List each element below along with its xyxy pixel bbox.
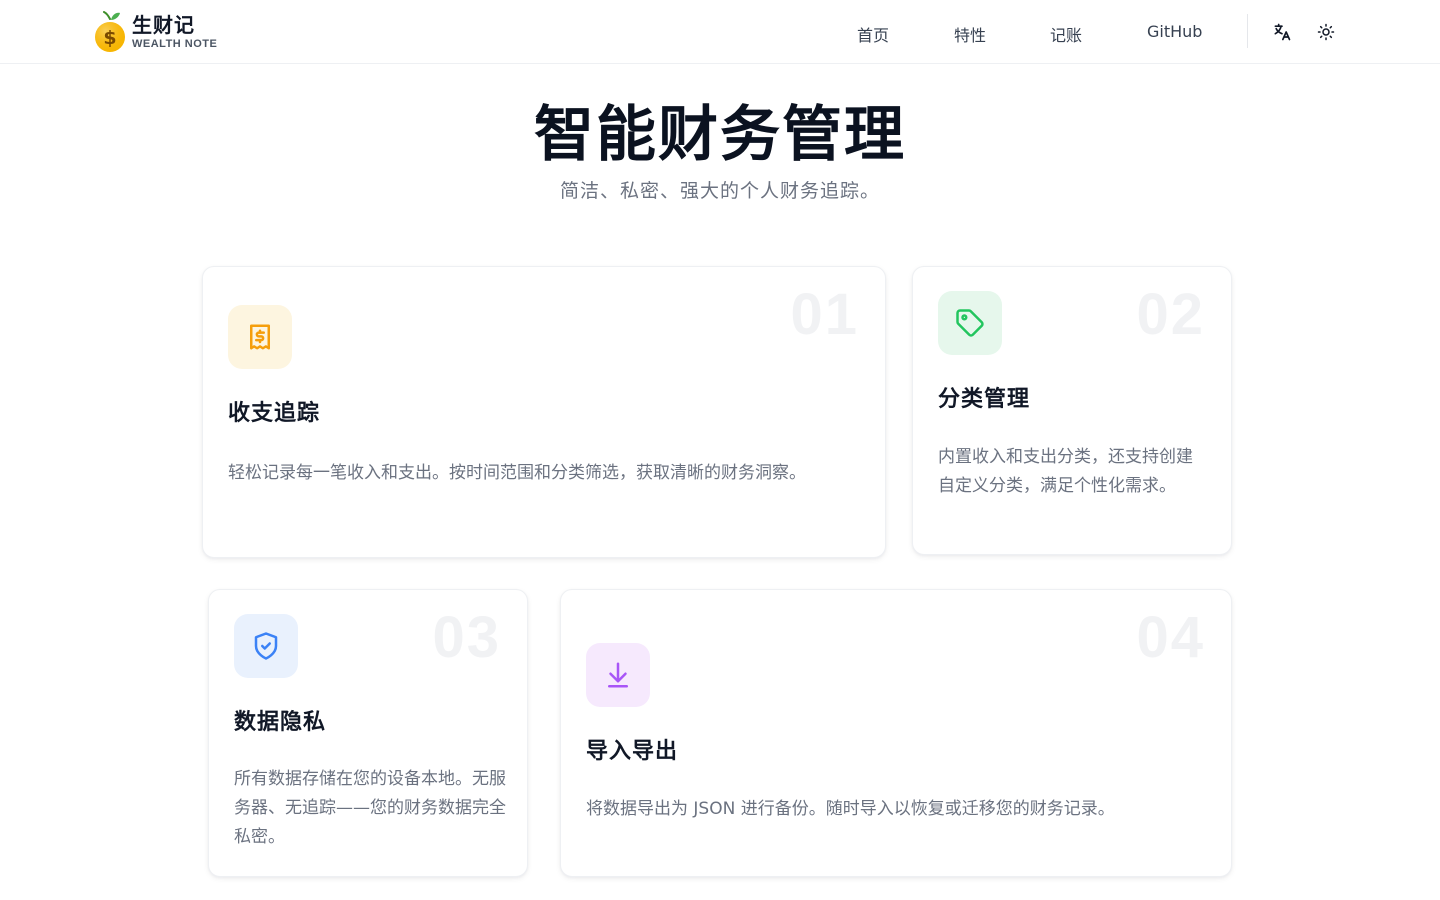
brand-subtitle: WEALTH NOTE — [132, 37, 218, 50]
feature-title: 数据隐私 — [234, 710, 327, 735]
brand-name: 生财记 — [132, 12, 195, 37]
top-navigation-bar: $ 生财记 WEALTH NOTE 首页 特性 记账 GitHub — [0, 0, 1440, 64]
feature-icon-box — [938, 291, 1002, 355]
nav-link-home[interactable]: 首页 — [857, 22, 889, 46]
shield-check-icon — [254, 632, 278, 660]
nav-divider — [1247, 14, 1248, 48]
feature-number: 01 — [790, 282, 859, 347]
feature-icon-box — [234, 614, 298, 678]
nav-link-features[interactable]: 特性 — [954, 22, 986, 46]
theme-toggle-button[interactable] — [1314, 20, 1338, 44]
feature-card-privacy: 03 数据隐私 所有数据存储在您的设备本地。无服务器、无追踪——您的财务数据完全… — [208, 589, 528, 877]
feature-icon-box — [586, 643, 650, 707]
download-icon — [608, 662, 628, 688]
tag-icon — [956, 309, 984, 337]
receipt-dollar-icon — [250, 324, 270, 350]
hero-title: 智能财务管理 — [534, 100, 906, 170]
feature-description: 所有数据存储在您的设备本地。无服务器、无追踪——您的财务数据完全私密。 — [234, 769, 506, 847]
sun-icon — [1317, 23, 1335, 41]
nav-link-github[interactable]: GitHub — [1147, 22, 1202, 41]
nav-link-bookkeeping[interactable]: 记账 — [1050, 22, 1082, 46]
feature-card-tracking: 01 收支追踪 轻松记录每一笔收入和支出。按时间范围和分类筛选，获取清晰的财务洞… — [202, 266, 886, 558]
feature-title: 收支追踪 — [228, 401, 321, 426]
feature-number: 04 — [1136, 605, 1205, 670]
feature-description: 轻松记录每一笔收入和支出。按时间范围和分类筛选，获取清晰的财务洞察。 — [228, 463, 806, 483]
feature-number: 02 — [1136, 282, 1205, 347]
feature-number: 03 — [432, 605, 501, 670]
feature-icon-box — [228, 305, 292, 369]
feature-card-categories: 02 分类管理 内置收入和支出分类，还支持创建自定义分类，满足个性化需求。 — [912, 266, 1232, 555]
feature-title: 分类管理 — [938, 387, 1031, 412]
hero-subtitle: 简洁、私密、强大的个人财务追踪。 — [559, 180, 880, 202]
translate-icon — [1274, 23, 1291, 41]
language-toggle-button[interactable] — [1270, 20, 1294, 44]
feature-description: 将数据导出为 JSON 进行备份。随时导入以恢复或迁移您的财务记录。 — [586, 799, 1115, 819]
brand-logo-link[interactable]: $ 生财记 WEALTH NOTE — [94, 11, 217, 53]
feature-card-import-export: 04 导入导出 将数据导出为 JSON 进行备份。随时导入以恢复或迁移您的财务记… — [560, 589, 1232, 877]
feature-description: 内置收入和支出分类，还支持创建自定义分类，满足个性化需求。 — [938, 447, 1193, 496]
svg-text:$: $ — [103, 27, 116, 49]
orange-dollar-logo-icon: $ — [94, 11, 128, 53]
feature-title: 导入导出 — [586, 739, 679, 764]
